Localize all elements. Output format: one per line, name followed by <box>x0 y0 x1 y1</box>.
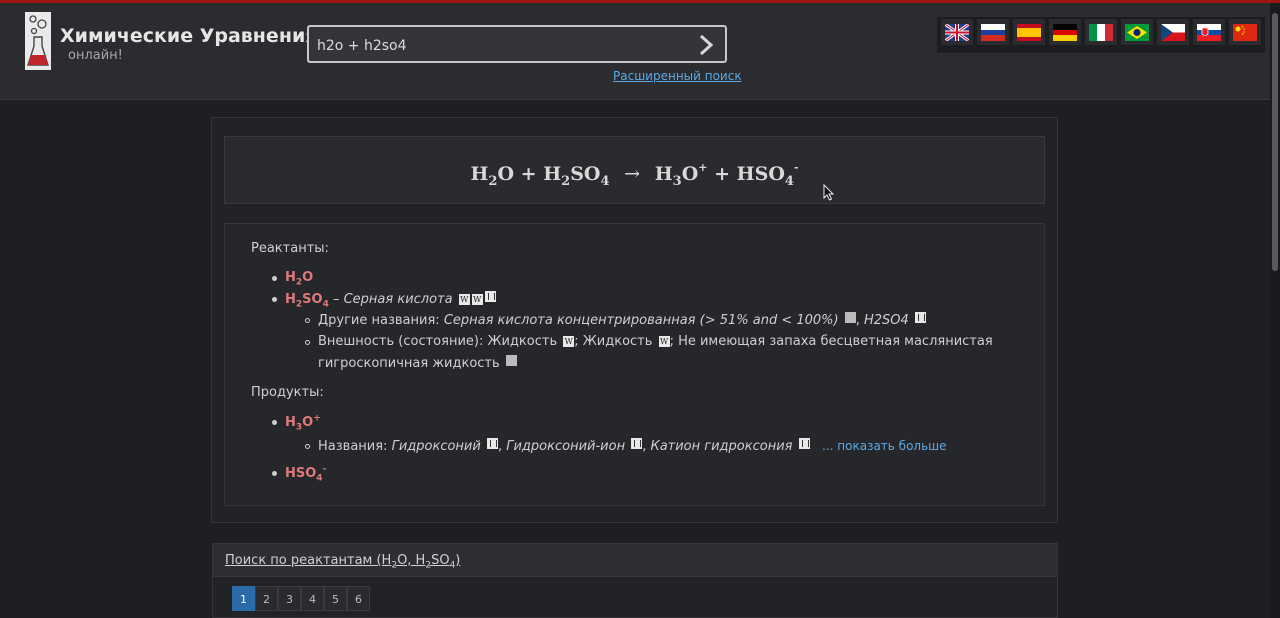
h2so4-appearance: Внешность (состояние): Жидкость W; Жидко… <box>318 334 993 349</box>
book-icon[interactable] <box>484 291 496 302</box>
page-button[interactable]: 4 <box>301 586 324 611</box>
vertical-scrollbar[interactable] <box>1270 3 1280 618</box>
flask-logo-icon[interactable] <box>25 12 51 70</box>
site-subtitle: онлайн! <box>68 48 123 63</box>
page-button[interactable]: 1 <box>232 586 255 611</box>
flag-czech-icon[interactable] <box>1157 19 1189 45</box>
product-hso4[interactable]: HSO4- <box>285 465 326 484</box>
flag-slovak-icon[interactable] <box>1193 19 1225 45</box>
h2so4-appearance-cont: гигроскопичная жидкость <box>318 355 517 371</box>
book-icon[interactable] <box>631 438 643 449</box>
search-input[interactable] <box>315 35 689 57</box>
bullet <box>272 297 277 302</box>
wikipedia-icon[interactable]: W <box>563 336 575 347</box>
flag-chinese-icon[interactable] <box>1229 19 1261 45</box>
flag-spanish-icon[interactable] <box>1013 19 1045 45</box>
reactant-h2so4[interactable]: H2SO4 – Серная кислота WW <box>285 291 496 310</box>
balanced-equation: H2O + H2SO4 → H3O+ + HSO4- <box>470 161 799 189</box>
flag-english-icon[interactable] <box>941 19 973 45</box>
site-title[interactable]: Химические Уравнения <box>60 25 317 47</box>
wikipedia-icon[interactable]: W <box>471 294 483 305</box>
book-icon[interactable] <box>486 438 498 449</box>
search-by-reactants-bar: Поиск по реактантам (H2O, H2SO4) <box>212 543 1058 577</box>
bullet <box>272 420 277 425</box>
bullet <box>272 276 277 281</box>
pagination: 1 2 3 4 5 6 <box>212 577 1058 618</box>
page-button[interactable]: 6 <box>347 586 370 611</box>
product-h3o[interactable]: H3O+ <box>285 414 321 433</box>
language-flags <box>937 17 1265 53</box>
equation-panel: H2O + H2SO4 → H3O+ + HSO4- <box>224 136 1045 204</box>
scrollbar-thumb[interactable] <box>1272 13 1278 271</box>
bullet <box>272 471 277 476</box>
book-icon[interactable] <box>798 438 810 449</box>
advanced-search-link[interactable]: Расширенный поиск <box>613 69 742 83</box>
sub-bullet <box>305 318 310 323</box>
search-box <box>307 25 727 63</box>
reactants-label: Реактанты: <box>251 241 329 256</box>
show-more-link[interactable]: ... показать больше <box>822 439 947 453</box>
page-button[interactable]: 5 <box>324 586 347 611</box>
page-button[interactable]: 3 <box>278 586 301 611</box>
reactant-h2o[interactable]: H2O <box>285 270 313 288</box>
sub-bullet <box>305 444 310 449</box>
image-icon[interactable] <box>505 355 517 366</box>
flag-russian-icon[interactable] <box>977 19 1009 45</box>
sub-bullet <box>305 340 310 345</box>
h2so4-other-names: Другие названия: Серная кислота концентр… <box>318 312 926 328</box>
flag-german-icon[interactable] <box>1049 19 1081 45</box>
mouse-cursor-icon <box>823 184 835 201</box>
chevron-right-icon[interactable] <box>695 33 717 57</box>
page-button[interactable]: 2 <box>255 586 278 611</box>
image-icon[interactable] <box>844 312 856 323</box>
search-by-reactants-link[interactable]: Поиск по реактантам (H2O, H2SO4) <box>225 553 460 571</box>
wikipedia-icon[interactable]: W <box>458 294 470 305</box>
wikipedia-icon[interactable]: W <box>658 336 670 347</box>
flag-italian-icon[interactable] <box>1085 19 1117 45</box>
h3o-names: Названия: Гидроксоний , Гидроксоний-ион … <box>318 438 947 454</box>
site-header: Химические Уравнения онлайн! Расширенный… <box>0 3 1280 100</box>
products-label: Продукты: <box>251 385 324 400</box>
book-icon[interactable] <box>914 312 926 323</box>
flag-portuguese-icon[interactable] <box>1121 19 1153 45</box>
